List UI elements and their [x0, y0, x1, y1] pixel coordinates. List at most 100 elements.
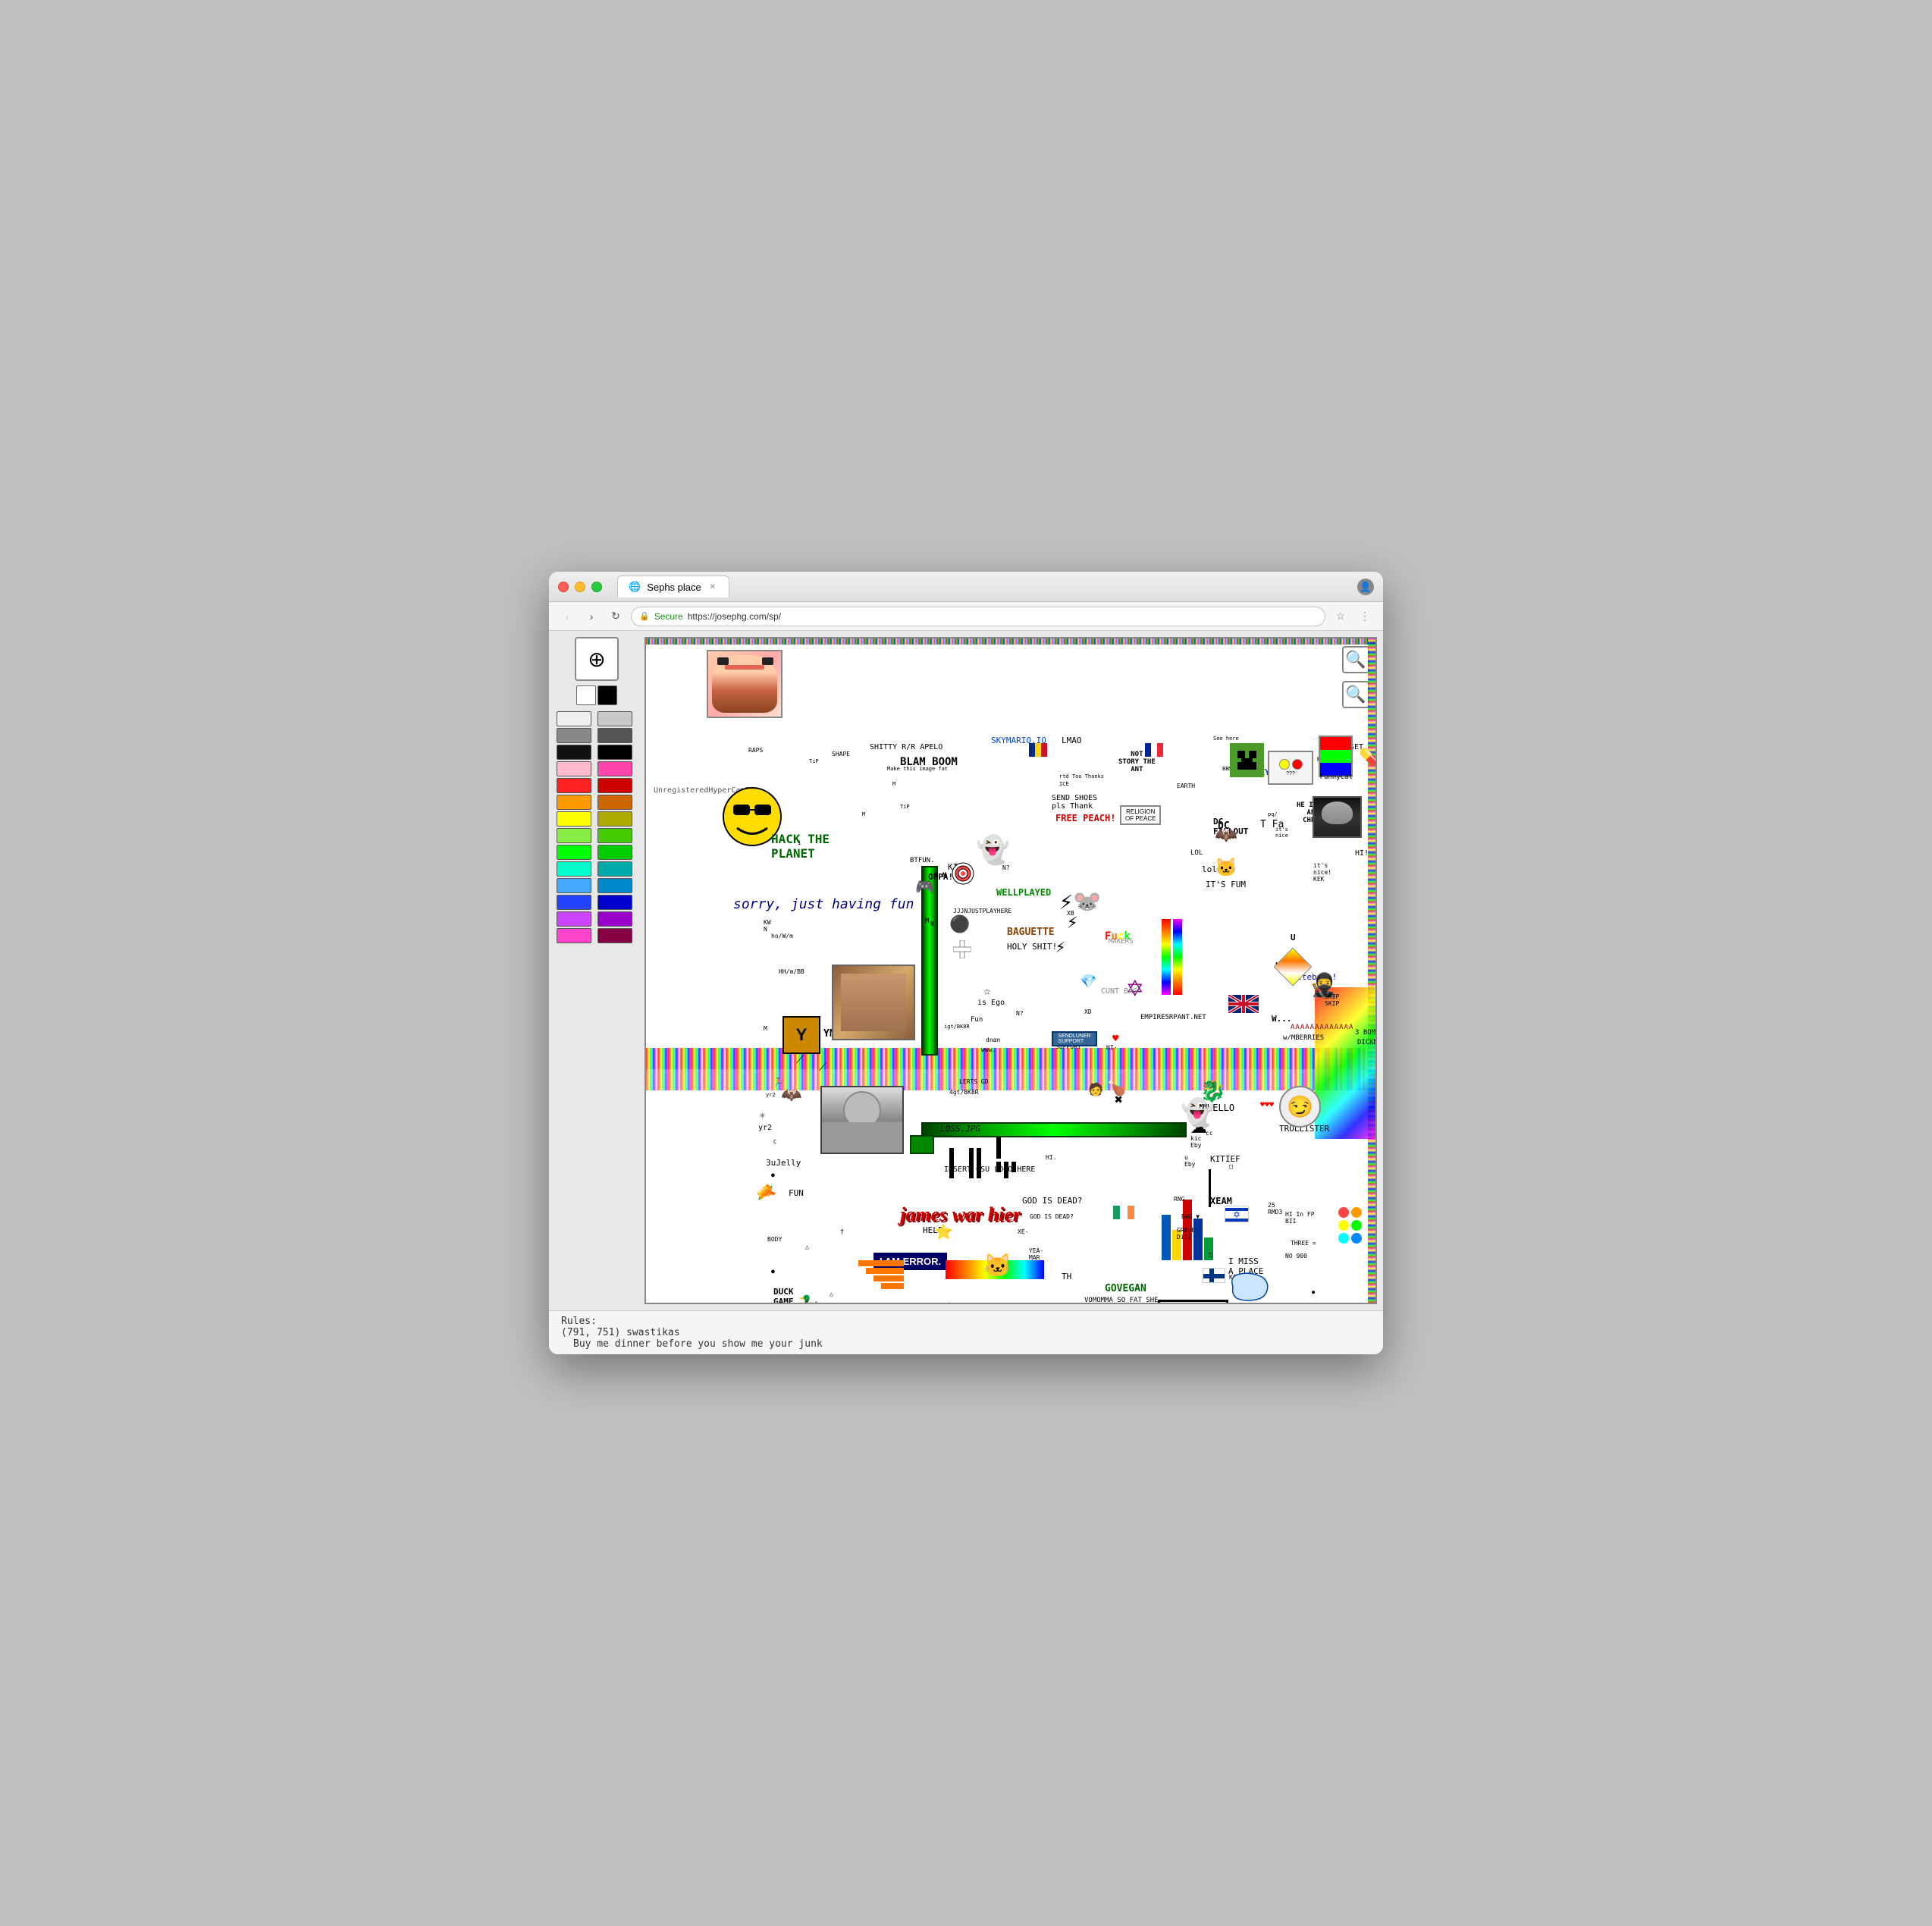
- send-shoes-text: SEND SHOESpls Thank: [1052, 794, 1097, 811]
- xeam-text: XEAM: [1210, 1196, 1232, 1206]
- scatter-text-5: is Ego: [977, 999, 1005, 1007]
- pikachu-full-icon: ⚡🐭: [1059, 889, 1101, 915]
- browser-tab[interactable]: 🌐 Sephs place ✕: [617, 576, 729, 598]
- right-noise: [1368, 638, 1375, 1303]
- maximize-button[interactable]: [591, 582, 602, 592]
- fun-text: FUN: [789, 1188, 804, 1198]
- main-canvas[interactable]: 🔍 🔍: [645, 637, 1377, 1304]
- hi-text: HI!: [1355, 849, 1369, 858]
- color-swatch-9[interactable]: [597, 778, 632, 793]
- osu-text: INSERT OSU LOGO HERE: [944, 1165, 1035, 1174]
- forward-button[interactable]: ›: [582, 607, 601, 626]
- govegan-text: GOVEGAN: [1105, 1283, 1146, 1294]
- crosshair-tool[interactable]: ⊕: [575, 637, 619, 681]
- scatter-text-56: dnan: [986, 1037, 1000, 1043]
- color-swatch-6[interactable]: [557, 761, 591, 776]
- tab-close-button[interactable]: ✕: [707, 582, 718, 592]
- color-swatch-1[interactable]: [597, 711, 632, 726]
- pixel-char-icon: 🧑: [1088, 1082, 1103, 1096]
- color-swatch-15[interactable]: [597, 828, 632, 843]
- dark-portrait: [1313, 796, 1362, 838]
- scatter-text-9: www.: [981, 1046, 996, 1053]
- color-swatch-16[interactable]: [557, 845, 591, 860]
- url-text: https://josephg.com/sp/: [688, 611, 781, 622]
- color-swatch-7[interactable]: [597, 761, 632, 776]
- xeam-line: [1209, 1169, 1211, 1207]
- scatter-text-3: N: [930, 921, 934, 927]
- scatter-text-57: Make this image fat: [887, 766, 948, 772]
- scatter-text-59: ICE: [1059, 781, 1069, 787]
- color-swatch-2[interactable]: [557, 728, 591, 743]
- vvvv-text: AAAAAAAAAAAAA: [1291, 1024, 1353, 1031]
- close-button[interactable]: [558, 582, 569, 592]
- address-bar[interactable]: 🔒 Secure https://josephg.com/sp/: [631, 607, 1325, 626]
- hack-planet-text: HACK THEPLANET: [771, 832, 830, 861]
- duck-icon: 🦆: [798, 1294, 820, 1303]
- color-swatch-23[interactable]: [597, 895, 632, 910]
- color-swatch-12[interactable]: [557, 811, 591, 827]
- cross-icon: ✖: [1115, 1092, 1123, 1108]
- tab-title: Sephs place: [647, 582, 701, 593]
- color-swatch-20[interactable]: [557, 878, 591, 893]
- color-swatch-5[interactable]: [597, 745, 632, 760]
- more-button[interactable]: ⋮: [1356, 607, 1374, 626]
- profile-icon[interactable]: 👤: [1357, 579, 1374, 595]
- rainbow-bar-2: [1173, 919, 1182, 995]
- nyan-cat-icon: 🐱: [983, 1253, 1011, 1279]
- scatter-text-40: M: [764, 1025, 767, 1032]
- color-swatch-19[interactable]: [597, 861, 632, 877]
- color-swatch-0[interactable]: [557, 711, 591, 726]
- scatter-text-37: KWN: [764, 919, 771, 933]
- color-swatch-8[interactable]: [557, 778, 591, 793]
- noise-strip-2: [646, 1069, 1375, 1090]
- back-button[interactable]: ‹: [558, 607, 576, 626]
- scatter-text-18: HI In FPBII: [1285, 1211, 1315, 1225]
- waluigi-icon: 🏃: [773, 1078, 783, 1087]
- sidebar-tools: ⊕: [555, 637, 638, 1304]
- scatter-text-6: Fun: [971, 1016, 983, 1024]
- color-swatch-11[interactable]: [597, 795, 632, 810]
- color-swatch-17[interactable]: [597, 845, 632, 860]
- rule2-text: Buy me dinner before you show me your ju…: [573, 1338, 823, 1350]
- color-swatch-26[interactable]: [557, 928, 591, 943]
- color-swatch-4[interactable]: [557, 745, 591, 760]
- sorry-text: sorry, just having fun: [733, 896, 914, 912]
- vomomma-text: VOMOMMA SO FAT SHE...: [1084, 1297, 1171, 1303]
- top-right-box: [1319, 736, 1353, 777]
- minimize-button[interactable]: [575, 582, 585, 592]
- scatter-text-2: M: [925, 918, 929, 925]
- pokeball-icon: ⚫: [949, 915, 970, 934]
- james-text: james war hier: [900, 1203, 1021, 1226]
- cunt-bag-text: CUNT BAG: [1101, 987, 1137, 996]
- scatter-text-16: THREE =: [1291, 1240, 1316, 1247]
- funnycat-label: FunnyCat: [1320, 773, 1353, 781]
- god-dead-text: GOD IS DEAD?: [1022, 1196, 1082, 1206]
- scatter-text-17: 25RMD3: [1268, 1202, 1282, 1216]
- scatter-text-4: N?: [1016, 1010, 1024, 1017]
- color-swatch-14[interactable]: [557, 828, 591, 843]
- rainbow-strip: [1315, 987, 1375, 1139]
- penguin-icon: 🐧: [936, 1302, 964, 1303]
- dragon-icon: 🐉: [1200, 1078, 1226, 1103]
- color-swatch-18[interactable]: [557, 861, 591, 877]
- nav-bar: ‹ › ↻ 🔒 Secure https://josephg.com/sp/ ☆…: [549, 602, 1383, 631]
- white-swatch[interactable]: [576, 685, 596, 705]
- reload-button[interactable]: ↻: [607, 607, 625, 626]
- color-swatch-22[interactable]: [557, 895, 591, 910]
- religion-peace-sign: RELIGIONOF PEACE: [1120, 805, 1161, 825]
- color-swatch-24[interactable]: [557, 911, 591, 927]
- scatter-text-36: EARTH: [1177, 783, 1195, 789]
- scatter-text-21: MM: [1200, 1103, 1207, 1110]
- color-swatch-27[interactable]: [597, 928, 632, 943]
- makers-text: MAKERS: [1109, 938, 1134, 946]
- color-swatch-10[interactable]: [557, 795, 591, 810]
- kitief-text: KITIEF: [1210, 1154, 1240, 1164]
- black-swatch[interactable]: [597, 685, 617, 705]
- bookmark-button[interactable]: ☆: [1331, 607, 1350, 626]
- color-swatch-3[interactable]: [597, 728, 632, 743]
- color-swatch-21[interactable]: [597, 878, 632, 893]
- color-swatch-25[interactable]: [597, 911, 632, 927]
- tab-favicon: 🌐: [629, 581, 641, 593]
- color-swatch-13[interactable]: [597, 811, 632, 827]
- staircase-shape: [858, 1260, 904, 1289]
